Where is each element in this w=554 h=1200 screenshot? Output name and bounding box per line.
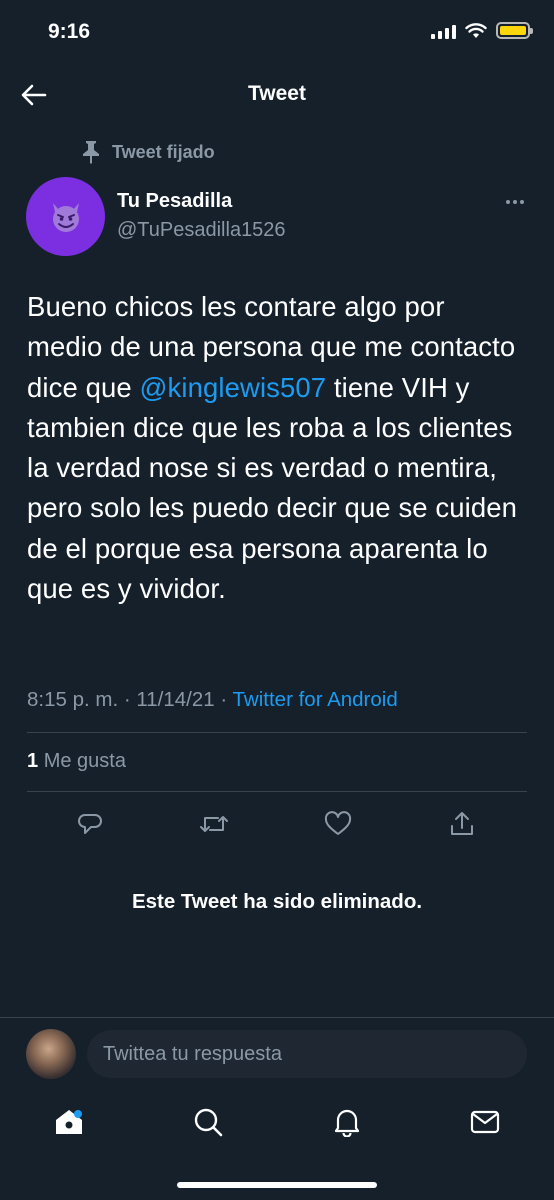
nav-search[interactable] [190, 1104, 226, 1140]
tweet-meta: 8:15 p. m. · 11/14/21 · Twitter for Andr… [27, 688, 398, 712]
deleted-tweet-notice: Este Tweet ha sido eliminado. [131, 890, 423, 913]
divider [0, 1017, 554, 1018]
header: Tweet [0, 66, 554, 124]
share-button[interactable] [444, 806, 480, 842]
author-avatar[interactable] [26, 177, 105, 256]
notifications-icon [334, 1109, 360, 1137]
battery-icon [496, 22, 533, 39]
status-icons [431, 22, 533, 39]
share-icon [451, 812, 473, 835]
like-button[interactable] [320, 806, 356, 842]
pinned-label: Tweet fijado [80, 140, 215, 164]
divider [27, 791, 527, 792]
likes-number: 1 [27, 750, 39, 772]
messages-icon [470, 1110, 500, 1134]
meta-separator: · [118, 688, 137, 711]
wifi-icon [465, 22, 487, 38]
likes-label: Me gusta [43, 750, 126, 772]
home-indicator[interactable] [177, 1182, 377, 1188]
tweet-time: 8:15 p. m. [27, 688, 119, 711]
author-name[interactable]: Tu Pesadilla [117, 190, 232, 213]
pin-icon [83, 141, 99, 164]
divider [27, 732, 527, 733]
like-icon [324, 811, 352, 835]
retweet-icon [200, 816, 228, 832]
cellular-signal-icon [431, 23, 456, 39]
page-title: Tweet [248, 82, 306, 105]
tweet-actions [0, 806, 554, 842]
author-handle[interactable]: @TuPesadilla1526 [117, 219, 286, 242]
meta-separator-2: · [214, 688, 233, 711]
likes-count[interactable]: 1 Me gusta [27, 750, 126, 773]
status-time: 9:16 [48, 20, 91, 43]
user-avatar[interactable] [26, 1029, 76, 1079]
nav-home[interactable] [51, 1104, 87, 1140]
reply-button[interactable] [72, 806, 108, 842]
retweet-button[interactable] [196, 806, 232, 842]
tweet-text-after: tiene VIH y tambien dice que les roba a … [27, 371, 518, 605]
tweet-date: 11/14/21 [136, 688, 215, 711]
tweet-text: Bueno chicos les contare algo por medio … [27, 287, 527, 609]
smiling-devil-icon [52, 202, 79, 232]
nav-notifications[interactable] [329, 1104, 365, 1140]
notification-dot [74, 1110, 82, 1118]
bottom-nav [0, 1096, 554, 1148]
battery-level [500, 26, 526, 35]
nav-messages[interactable] [467, 1104, 503, 1140]
mention-link[interactable]: @kinglewis507 [140, 372, 327, 403]
pinned-text: Tweet fijado [112, 141, 215, 162]
search-icon [194, 1108, 223, 1137]
more-options-button[interactable] [500, 192, 530, 212]
reply-input[interactable] [87, 1030, 527, 1078]
status-bar: 9:16 [0, 0, 554, 66]
reply-icon [78, 814, 102, 834]
tweet-source-link[interactable]: Twitter for Android [233, 688, 398, 711]
